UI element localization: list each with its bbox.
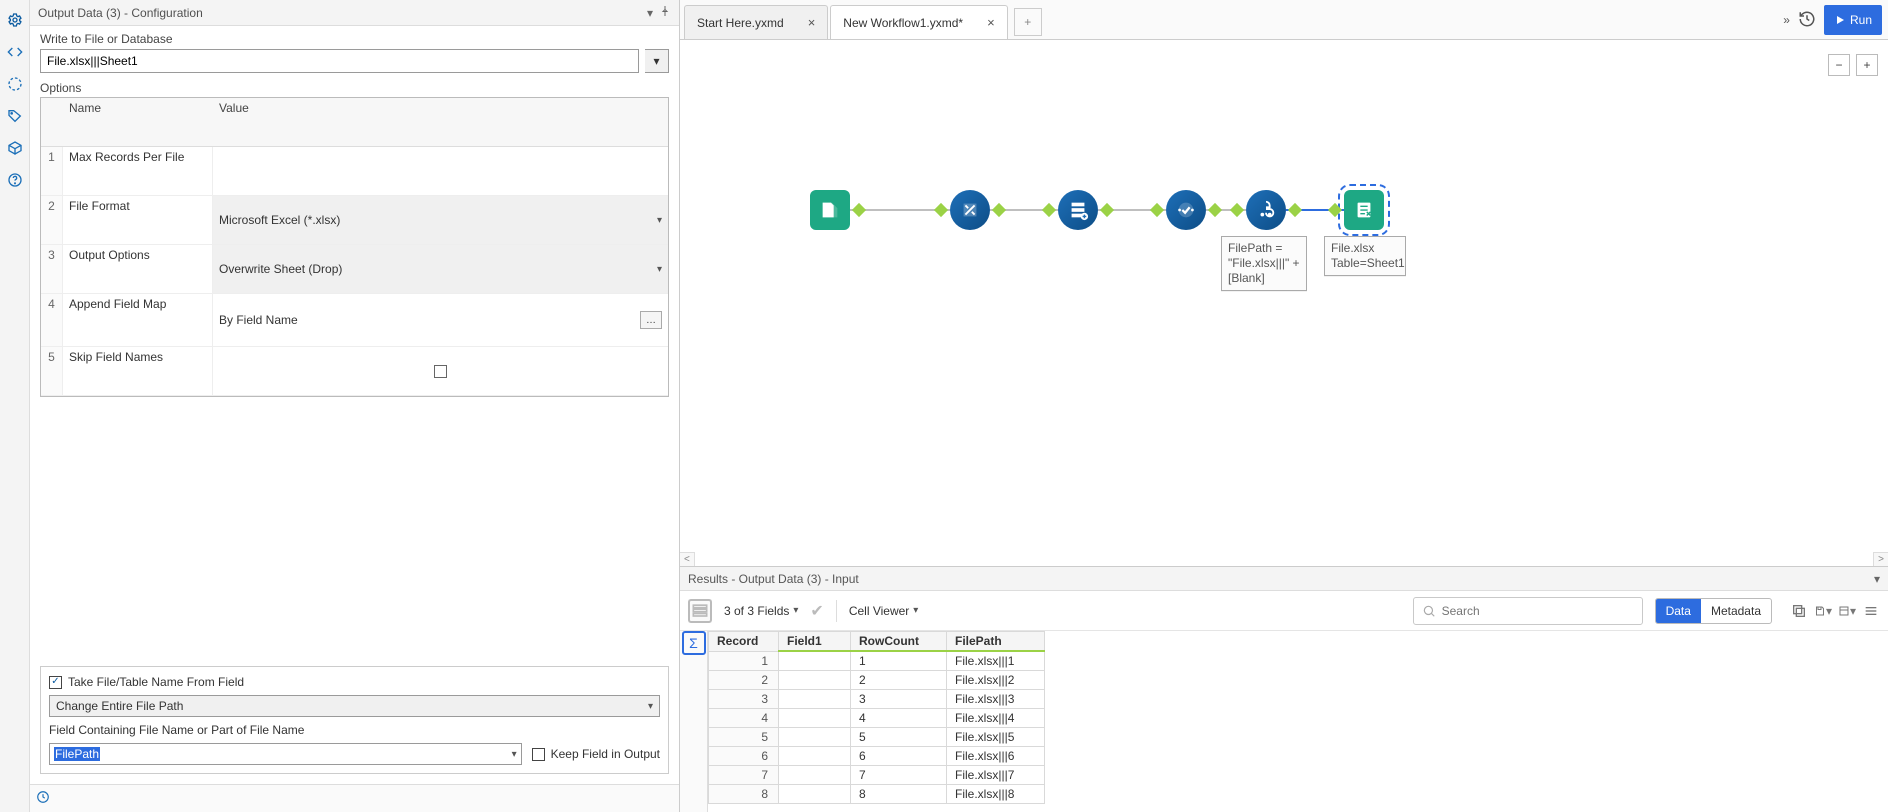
code-icon[interactable] (5, 42, 25, 62)
opt-file-format-value[interactable]: Microsoft Excel (*.xlsx) (213, 196, 668, 245)
change-mode-select[interactable]: Change Entire File Path (49, 695, 660, 717)
opt-append-map: Append Field Map (63, 294, 213, 347)
search-icon (1422, 604, 1436, 618)
workflow-canvas[interactable]: − + (680, 40, 1888, 566)
table-row[interactable]: 11File.xlsx|||1 (709, 651, 1045, 671)
scroll-left-indicator[interactable]: < (680, 552, 695, 566)
config-footer (30, 784, 679, 812)
col-field1[interactable]: Field1 (779, 632, 851, 652)
col-name: Name (63, 98, 213, 147)
opt-max-records-value[interactable] (213, 147, 668, 196)
config-title: Output Data (3) - Configuration (38, 6, 203, 20)
opt-max-records: Max Records Per File (63, 147, 213, 196)
data-cleansing-tool[interactable] (950, 190, 990, 230)
results-title: Results - Output Data (3) - Input (688, 572, 859, 586)
table-row[interactable]: 88File.xlsx|||8 (709, 785, 1045, 804)
save-icon[interactable]: ▾ (1814, 602, 1832, 620)
keep-field-checkbox[interactable] (532, 748, 545, 761)
field-containing-label: Field Containing File Name or Part of Fi… (49, 723, 660, 737)
results-panel: Results - Output Data (3) - Input ▾ 3 of… (680, 566, 1888, 812)
output-annotation: File.xlsx Table=Sheet1 (1324, 236, 1406, 276)
take-file-label: Take File/Table Name From Field (68, 675, 244, 689)
opt-file-format: File Format (63, 196, 213, 245)
config-side-tabs (0, 0, 30, 812)
seg-data[interactable]: Data (1656, 599, 1701, 623)
col-filepath[interactable]: FilePath (947, 632, 1045, 652)
tab-new-workflow[interactable]: New Workflow1.yxmd*× (830, 5, 1007, 39)
tag-icon[interactable] (5, 106, 25, 126)
document-tabs: Start Here.yxmd× New Workflow1.yxmd*× + … (680, 0, 1888, 40)
col-value: Value (213, 98, 668, 147)
fields-dropdown[interactable]: 3 of 3 Fields (724, 604, 798, 618)
navigate-icon[interactable] (5, 74, 25, 94)
take-file-section: Take File/Table Name From Field Change E… (40, 666, 669, 774)
sync-icon[interactable] (36, 790, 50, 807)
copy-icon[interactable] (1790, 602, 1808, 620)
run-button[interactable]: Run (1824, 5, 1882, 35)
apply-icon[interactable]: ✔ (810, 601, 823, 621)
keep-field-label: Keep Field in Output (551, 747, 660, 761)
results-toolbar: 3 of 3 Fields ✔ Cell Viewer Data Metadat… (680, 591, 1888, 631)
scroll-right-indicator[interactable]: > (1873, 552, 1888, 566)
sigma-icon[interactable]: Σ (682, 631, 706, 655)
col-rowcount[interactable]: RowCount (851, 632, 947, 652)
results-side-icons: Σ (680, 631, 708, 812)
records-tool[interactable] (1058, 190, 1098, 230)
table-row[interactable]: 66File.xlsx|||6 (709, 747, 1045, 766)
table-row[interactable]: 44File.xlsx|||4 (709, 709, 1045, 728)
results-table: Record Field1 RowCount FilePath 11File.x… (708, 631, 1045, 804)
write-to-label: Write to File or Database (40, 32, 669, 46)
table-row[interactable]: 55File.xlsx|||5 (709, 728, 1045, 747)
opt-output-options-value[interactable]: Overwrite Sheet (Drop) (213, 245, 668, 294)
data-metadata-toggle[interactable]: Data Metadata (1655, 598, 1772, 624)
search-input[interactable] (1442, 604, 1634, 618)
layout-icon[interactable]: ▾ (1838, 602, 1856, 620)
opt-skip-names: Skip Field Names (63, 347, 213, 396)
output-tool[interactable] (1344, 190, 1384, 230)
tab-start-here[interactable]: Start Here.yxmd× (684, 5, 828, 39)
chevron-down-icon[interactable]: ▾ (1874, 572, 1880, 586)
options-label: Options (40, 81, 669, 95)
table-row[interactable]: 22File.xlsx|||2 (709, 671, 1045, 690)
output-path-input[interactable] (40, 49, 639, 73)
config-header: Output Data (3) - Configuration ▾ (30, 0, 679, 26)
table-row[interactable]: 33File.xlsx|||3 (709, 690, 1045, 709)
configuration-panel: Output Data (3) - Configuration ▾ Write … (0, 0, 680, 812)
menu-icon[interactable] (1862, 602, 1880, 620)
formula-annotation: FilePath = "File.xlsx|||" + [Blank] (1221, 236, 1307, 291)
history-icon[interactable] (1798, 10, 1816, 31)
seg-metadata[interactable]: Metadata (1701, 599, 1771, 623)
messages-view-icon[interactable] (688, 599, 712, 623)
gear-icon[interactable] (5, 10, 25, 30)
field-name-select[interactable]: FilePath (49, 743, 522, 765)
more-icon[interactable]: » (1783, 13, 1790, 27)
close-icon[interactable]: × (808, 15, 816, 30)
results-search[interactable] (1413, 597, 1643, 625)
add-tab-button[interactable]: + (1014, 8, 1042, 36)
opt-output-options: Output Options (63, 245, 213, 294)
cell-viewer-dropdown[interactable]: Cell Viewer (849, 604, 919, 618)
opt-append-map-value[interactable]: By Field Name… (213, 294, 668, 347)
opt-skip-names-value[interactable] (213, 347, 668, 396)
input-tool[interactable] (810, 190, 850, 230)
select-tool[interactable] (1166, 190, 1206, 230)
close-icon[interactable]: × (987, 15, 995, 30)
ellipsis-icon[interactable]: … (640, 311, 662, 329)
options-table: Name Value 1 Max Records Per File 2 File… (40, 97, 669, 397)
box-icon[interactable] (5, 138, 25, 158)
col-record[interactable]: Record (709, 632, 779, 652)
help-icon[interactable] (5, 170, 25, 190)
take-file-checkbox[interactable] (49, 676, 62, 689)
pin-icon[interactable] (659, 5, 671, 20)
formula-tool[interactable] (1246, 190, 1286, 230)
path-dropdown-button[interactable]: ▾ (645, 49, 669, 73)
table-row[interactable]: 77File.xlsx|||7 (709, 766, 1045, 785)
chevron-down-icon[interactable]: ▾ (647, 6, 653, 20)
